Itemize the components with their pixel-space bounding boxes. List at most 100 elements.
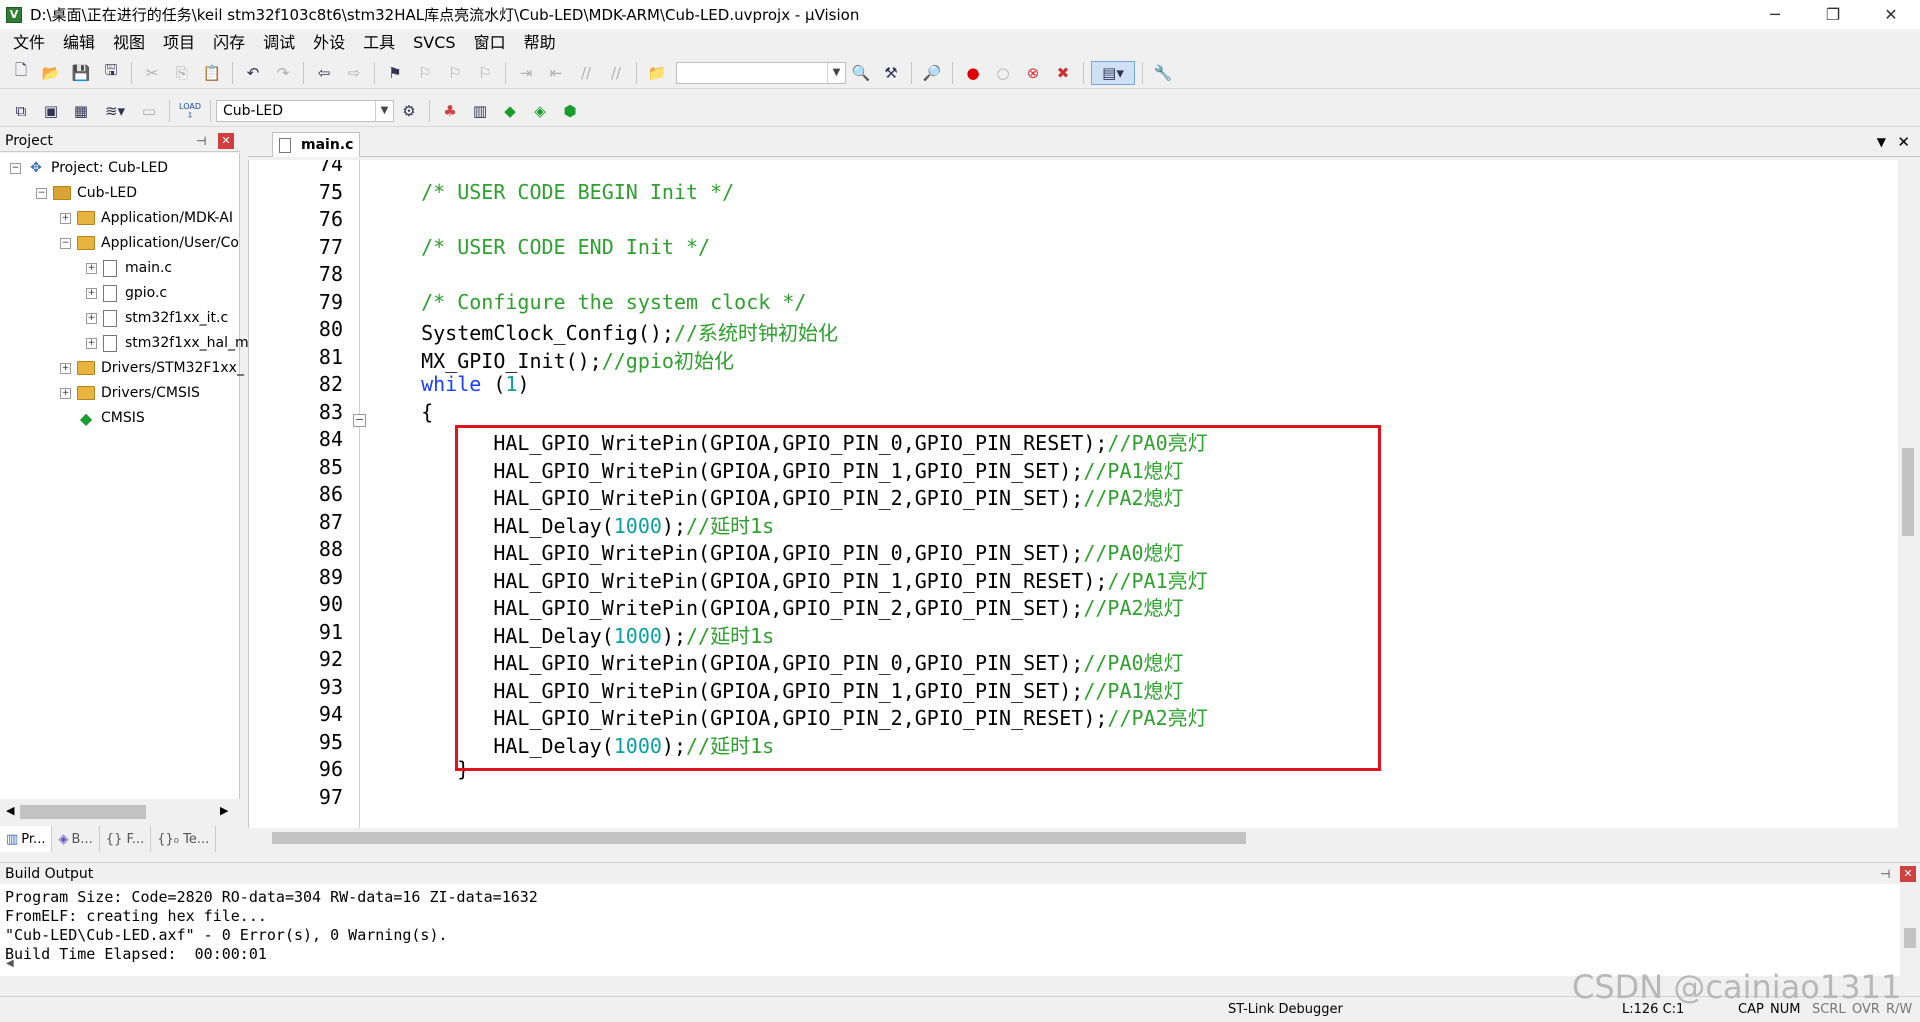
build-output-scrollbar[interactable] [1900,884,1920,976]
chevron-down-icon[interactable]: ▼ [827,62,845,83]
editor-horizontal-scrollbar[interactable] [248,828,1920,848]
scroll-left-icon[interactable]: ◀ [6,804,14,817]
minimize-button[interactable]: ─ [1746,0,1804,29]
stop-build-icon[interactable]: ▭ [136,99,162,123]
tree-item-file[interactable]: + stm32f1xx_it.c [86,306,228,330]
code-line[interactable]: /* USER CODE END Init */ [397,235,710,259]
pack-installer-icon[interactable]: ◈ [527,99,553,123]
target-select[interactable]: Cub-LED ▼ [216,99,394,122]
scroll-thumb[interactable] [1904,928,1916,948]
menu-tools[interactable]: 工具 [354,29,404,57]
close-window-button[interactable]: ✕ [1862,0,1920,29]
tree-item-project[interactable]: − ✥ Project: Cub-LED [10,156,168,180]
pin-icon[interactable]: ⊣ [196,134,206,148]
collapse-icon[interactable]: − [60,237,71,249]
tree-item-group[interactable]: + Drivers/CMSIS [60,381,200,405]
code-line[interactable]: MX_GPIO_Init();//gpio初始化 [397,345,734,374]
code-line[interactable]: while (1) [397,372,529,396]
disable-breakpoints-icon[interactable]: ⊗ [1020,61,1046,85]
undo-icon[interactable]: ↶ [240,61,266,85]
configure-icon[interactable]: 🔧 [1150,61,1176,85]
find-in-files-icon[interactable]: 📁 [644,61,670,85]
save-icon[interactable]: 💾 [68,61,94,85]
manage-project-items-icon[interactable]: ♣ [437,99,463,123]
open-folder-icon[interactable]: 📂 [38,61,64,85]
menu-file[interactable]: 文件 [4,29,54,57]
tree-item-file[interactable]: + gpio.c [86,281,167,305]
find-combo[interactable]: ▼ [676,61,846,84]
tab-functions[interactable]: {} F... [100,826,152,852]
restore-button[interactable]: ❐ [1804,0,1862,29]
scroll-right-icon[interactable]: ▶ [220,804,228,817]
collapse-icon[interactable]: − [10,162,21,174]
redo-icon[interactable]: ↷ [270,61,296,85]
close-panel-icon[interactable]: ✕ [1900,866,1916,882]
navigate-back-icon[interactable]: ⇦ [311,61,337,85]
comment-icon[interactable]: // [573,61,599,85]
tab-books[interactable]: ◈ B... [52,826,100,852]
build-output-window[interactable]: Program Size: Code=2820 RO-data=304 RW-d… [0,884,1900,976]
collapse-icon[interactable]: − [36,187,47,199]
fold-collapse-icon[interactable]: − [353,414,366,427]
tree-item-group[interactable]: − Application/User/Co [60,231,239,255]
indent-icon[interactable]: ⇥ [513,61,539,85]
bookmark-icon[interactable]: ⚑ [382,61,408,85]
stm32cubemx-icon[interactable]: ⬢ [557,99,583,123]
menu-peripherals[interactable]: 外设 [304,29,354,57]
code-line[interactable]: /* USER CODE BEGIN Init */ [397,180,734,204]
clear-bookmarks-icon[interactable]: ⚐ [472,61,498,85]
code-line[interactable]: { [397,400,433,424]
paste-icon[interactable]: 📋 [199,61,225,85]
debug-session-icon[interactable]: 🔎 [919,61,945,85]
close-panel-icon[interactable]: ✕ [218,133,234,149]
expand-icon[interactable]: + [86,337,97,349]
scroll-left-icon[interactable]: ◀ [6,958,14,969]
tree-item-file[interactable]: + stm32f1xx_hal_m [86,331,249,355]
translate-icon[interactable]: ⧉ [8,99,34,123]
find-icon[interactable]: 🔍 [848,61,874,85]
scroll-thumb[interactable] [1902,448,1914,536]
kill-breakpoints-icon[interactable]: ✖ [1050,61,1076,85]
menu-window[interactable]: 窗口 [465,29,515,57]
tab-list-icon[interactable]: ▼ [1877,135,1886,149]
expand-icon[interactable]: + [60,212,71,224]
prev-bookmark-icon[interactable]: ⚐ [412,61,438,85]
tree-item-component[interactable]: ◆ CMSIS [77,406,145,430]
incremental-find-icon[interactable]: ⚒ [878,61,904,85]
tree-item-target[interactable]: − Cub-LED [36,181,137,205]
code-line[interactable]: /* Configure the system clock */ [397,290,806,314]
new-file-icon[interactable]: 🗋 [8,61,34,85]
menu-project[interactable]: 项目 [154,29,204,57]
tab-project[interactable]: ▥ Pr... [0,826,53,852]
menu-view[interactable]: 视图 [104,29,154,57]
close-tab-icon[interactable]: ✕ [1897,133,1910,151]
tree-item-file[interactable]: + main.c [86,256,172,280]
navigate-forward-icon[interactable]: ⇨ [341,61,367,85]
copy-icon[interactable]: ⎘ [169,61,195,85]
select-packs-icon[interactable]: ▥ [467,99,493,123]
tree-item-group[interactable]: + Application/MDK-AI [60,206,233,230]
insert-breakpoint-icon[interactable]: ● [960,61,986,85]
tab-templates[interactable]: {}₀ Te... [151,826,217,852]
scroll-thumb[interactable] [272,832,1246,844]
project-horizontal-scrollbar[interactable]: ◀ ▶ [0,802,236,822]
expand-icon[interactable]: + [60,362,71,374]
pin-icon[interactable]: ⊣ [1880,867,1890,881]
tree-item-group[interactable]: + Drivers/STM32F1xx_ [60,356,244,380]
uncomment-icon[interactable]: // [603,61,629,85]
next-bookmark-icon[interactable]: ⚐ [442,61,468,85]
download-load-icon[interactable]: LOAD ⇩ [177,99,203,123]
unindent-icon[interactable]: ⇤ [543,61,569,85]
window-layout-icon[interactable]: ▤▾ [1091,60,1135,85]
menu-debug[interactable]: 调试 [254,29,304,57]
build-icon[interactable]: ▣ [38,99,64,123]
tab-main-c[interactable]: main.c [272,132,360,157]
cut-icon[interactable]: ✂ [139,61,165,85]
menu-edit[interactable]: 编辑 [54,29,104,57]
rebuild-icon[interactable]: ▦ [68,99,94,123]
scroll-thumb[interactable] [20,805,146,819]
save-all-icon[interactable]: 🖫 [98,61,124,85]
editor-vertical-scrollbar[interactable] [1898,160,1918,828]
enable-breakpoint-icon[interactable]: ○ [990,61,1016,85]
chevron-down-icon[interactable]: ▼ [375,100,393,121]
